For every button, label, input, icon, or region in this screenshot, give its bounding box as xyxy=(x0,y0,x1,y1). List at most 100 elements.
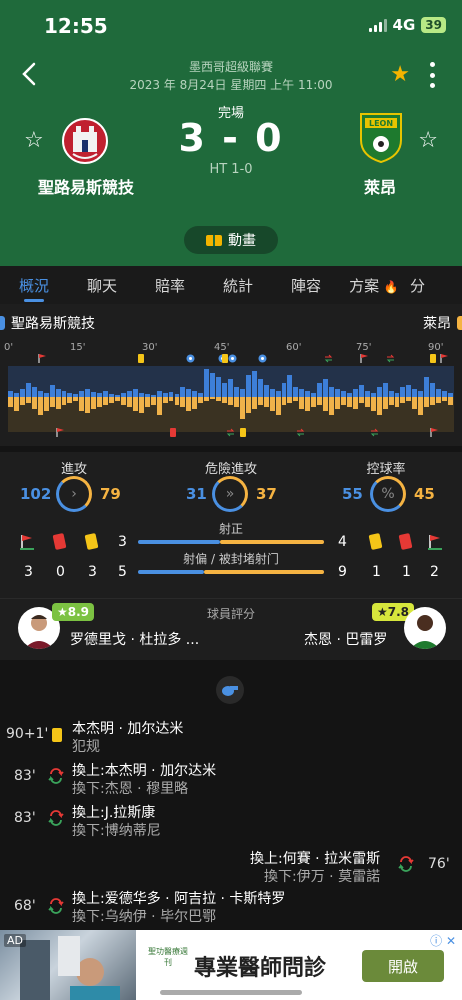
corner-flag-icon xyxy=(56,428,64,437)
momentum-bar-away xyxy=(239,397,245,419)
momentum-bar-away xyxy=(79,397,85,411)
momentum-bar-home xyxy=(281,383,287,397)
momentum-bar-home xyxy=(85,389,91,397)
ad-title[interactable]: 專業醫師問診 xyxy=(194,950,326,982)
tab-overview[interactable]: 概況 xyxy=(0,266,68,304)
momentum-bar-away xyxy=(132,397,138,411)
momentum-bar-away xyxy=(424,397,430,407)
momentum-bar-away xyxy=(299,397,305,409)
momentum-bar-away xyxy=(400,397,406,403)
momentum-bar-away xyxy=(91,397,97,409)
momentum-bar-home xyxy=(251,371,257,397)
animation-button[interactable]: 動畫 xyxy=(184,226,278,254)
home-corners: 3 xyxy=(24,564,33,580)
momentum-bar-away xyxy=(442,397,448,401)
momentum-bar-away xyxy=(13,397,19,411)
possession-label: 控球率 xyxy=(366,462,406,477)
momentum-bar-home xyxy=(352,389,358,397)
momentum-bar-away xyxy=(97,397,103,407)
momentum-bar-away xyxy=(418,397,424,415)
off-target-home-bar xyxy=(138,570,204,574)
more-options-icon[interactable] xyxy=(428,62,436,88)
momentum-bar-away xyxy=(370,397,376,411)
event-list: 90+1' 本杰明 · 加尔达米 犯规 83' 換上:本杰明 · 加尔达米 換下… xyxy=(0,660,462,930)
momentum-bar-home xyxy=(269,389,275,397)
dangerous-ring: » xyxy=(212,476,248,512)
momentum-bar-home xyxy=(245,375,251,397)
substitution-icon xyxy=(398,856,414,872)
momentum-bar-away xyxy=(406,397,412,401)
corner-flag-icon xyxy=(428,535,442,550)
momentum-bar-home xyxy=(317,383,323,397)
status-time: 12:55 xyxy=(44,14,108,38)
ad-brand: 聖功醫療週刊 xyxy=(148,947,188,967)
home-team-name[interactable]: 聖路易斯競技 xyxy=(22,174,150,198)
momentum-bar-home xyxy=(228,379,233,397)
possession-ring: % xyxy=(370,476,406,512)
home-player-rating: ★8.9 xyxy=(52,603,95,621)
momentum-bar-home xyxy=(210,373,216,397)
tab-chat[interactable]: 聊天 xyxy=(68,266,136,304)
momentum-bar-home xyxy=(293,387,299,397)
momentum-bar-away xyxy=(168,397,174,401)
tab-odds[interactable]: 賠率 xyxy=(136,266,204,304)
dangerous-attack-label: 危險進攻 xyxy=(204,462,257,477)
battery-icon: 39 xyxy=(421,17,446,33)
ad-open-button[interactable]: 開啟 xyxy=(362,950,444,982)
goal-ball-icon xyxy=(228,354,237,363)
momentum-bar-away xyxy=(323,397,329,411)
tab-analysis[interactable]: 分 xyxy=(408,266,434,304)
momentum-bar-away xyxy=(281,397,287,405)
tab-lineup[interactable]: 陣容 xyxy=(272,266,340,304)
momentum-bar-home xyxy=(239,389,245,397)
yellow-card-icon xyxy=(240,428,246,437)
yellow-card-icon xyxy=(222,354,228,363)
momentum-bar-away xyxy=(358,397,364,403)
on-target-label: 射正 xyxy=(218,522,243,536)
tab-plans[interactable]: 方案 🔥 xyxy=(340,266,408,304)
red-card-icon xyxy=(170,428,176,437)
ad-close-icon[interactable]: ⓘ ✕ xyxy=(430,932,456,949)
event-detail: 犯规 xyxy=(72,739,100,755)
away-player-avatar[interactable] xyxy=(404,607,446,649)
momentum-bar-away xyxy=(186,397,192,411)
momentum-bar-home xyxy=(132,389,138,397)
momentum-bar-home xyxy=(430,383,436,397)
momentum-bar-home xyxy=(55,389,61,397)
event-sub-in: 換上:爱德华多 · 阿吉拉 · 卡斯特罗 xyxy=(72,891,286,907)
on-target-away-bar xyxy=(220,540,324,544)
event-minute: 90+1' xyxy=(6,726,49,742)
momentum-bar-home xyxy=(412,389,418,397)
momentum-bar-away xyxy=(364,397,370,407)
red-card-icon xyxy=(398,533,413,550)
away-player-name[interactable]: 杰恩 · 巴雷罗 xyxy=(304,629,387,649)
pitch-icon xyxy=(206,234,222,246)
home-player-name[interactable]: 罗德里戈 · 杜拉多 ... xyxy=(70,629,199,649)
momentum-bar-away xyxy=(352,397,358,409)
event-sub-in: 換上:J.拉斯康 xyxy=(72,805,156,821)
momentum-bar-away xyxy=(412,397,418,409)
home-yellow-cards: 3 xyxy=(88,564,97,580)
momentum-bar-away xyxy=(341,397,346,405)
momentum-bar-away xyxy=(317,397,323,405)
momentum-bar-away xyxy=(269,397,275,411)
momentum-bar-away xyxy=(25,397,31,403)
away-team-name[interactable]: 萊昂 xyxy=(340,174,420,198)
timeline-home-team: 聖路易斯競技 xyxy=(0,313,95,333)
player-ratings[interactable]: 球員評分 ★8.9 罗德里戈 · 杜拉多 ... ★7.8 杰恩 · 巴雷罗 xyxy=(0,598,462,660)
event-sub-out: 換下:博纳蒂尼 xyxy=(72,823,161,839)
tab-statistics[interactable]: 統計 xyxy=(204,266,272,304)
momentum-bar-away xyxy=(162,397,168,403)
corner-flag-icon xyxy=(440,354,448,363)
event-sub-out: 換下:乌纳伊 · 毕尔巴鄂 xyxy=(72,909,217,925)
event-sub-out: 換下:杰恩 · 穆里略 xyxy=(72,781,189,797)
away-team-logo[interactable]: LEON xyxy=(356,110,406,164)
momentum-bar-away xyxy=(305,397,311,411)
corner-flag-icon xyxy=(38,354,46,363)
off-target-away-bar xyxy=(204,570,324,574)
momentum-bar-away xyxy=(49,397,55,407)
momentum-bar-home xyxy=(222,383,228,397)
momentum-bar-away xyxy=(138,397,144,413)
signal-icon xyxy=(368,18,387,32)
favorite-star-icon[interactable]: ★ xyxy=(390,62,410,87)
